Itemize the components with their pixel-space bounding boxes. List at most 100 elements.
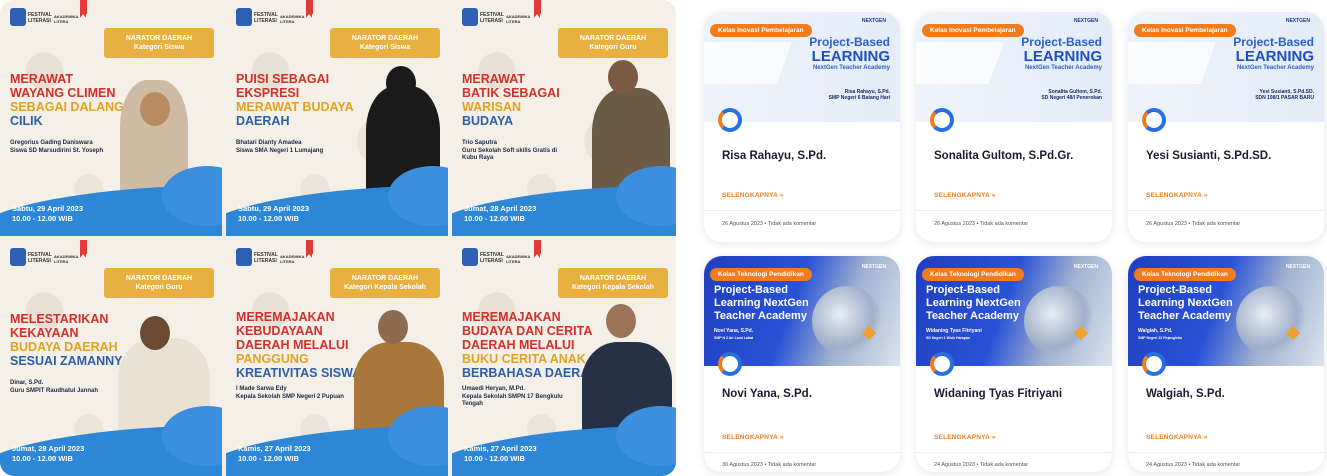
category-tag: Kelas Teknologi Pendidikan bbox=[1134, 268, 1236, 281]
ribbon-icon bbox=[80, 240, 87, 258]
read-more-link[interactable]: SELENGKAPNYA » bbox=[1146, 192, 1208, 199]
swirl-icon bbox=[930, 352, 954, 376]
category-badge: NARATOR DAERAH Kategori Guru bbox=[558, 28, 668, 58]
speaker-head bbox=[608, 60, 638, 94]
card-divider bbox=[916, 210, 1112, 211]
festival-logo: FESTIVAL LITERASI AKADEMIKA LITERA bbox=[236, 248, 304, 278]
speaker-info: Trio Saputra Guru Sekolah Soft skills Gra… bbox=[462, 140, 558, 161]
card-title-link[interactable]: Sonalita Gultom, S.Pd.Gr. bbox=[934, 150, 1073, 162]
article-card[interactable]: Kelas Inovasi Pembelajaran NEXTGEN Project… bbox=[1128, 12, 1324, 242]
article-card[interactable]: Kelas Inovasi Pembelajaran NEXTGEN Project… bbox=[704, 12, 900, 242]
card-divider bbox=[704, 452, 900, 453]
webinar-poster[interactable]: FESTIVAL LITERASI AKADEMIKA LITERA NARATOR… bbox=[0, 0, 222, 236]
swirl-icon bbox=[1142, 352, 1166, 376]
festival-logo: FESTIVAL LITERASI AKADEMIKA LITERA bbox=[10, 8, 78, 38]
nextgen-logo: NEXTGEN bbox=[1285, 18, 1310, 24]
card-thumbnail[interactable]: Kelas Inovasi Pembelajaran NEXTGEN Project… bbox=[704, 12, 900, 122]
poster-title: PUISI SEBAGAI EKSPRESI MERAWAT BUDAYA DAERA… bbox=[236, 72, 354, 128]
nextgen-logo: NEXTGEN bbox=[1073, 264, 1098, 270]
read-more-link[interactable]: SELENGKAPNYA » bbox=[1146, 434, 1208, 441]
speaker-head bbox=[140, 316, 170, 350]
webinar-poster[interactable]: FESTIVAL LITERASI AKADEMIKA LITERA NARATOR… bbox=[226, 240, 448, 476]
webinar-poster[interactable]: FESTIVAL LITERASI AKADEMIKA LITERA NARATOR… bbox=[0, 240, 222, 476]
speaker-head bbox=[140, 92, 170, 126]
swirl-icon bbox=[1142, 108, 1166, 132]
article-card[interactable]: Kelas Teknologi Pendidikan NEXTGEN Project… bbox=[1128, 256, 1324, 472]
speaker-info: Bhatari Dianty Amadea Siswa SMA Negeri 1 … bbox=[236, 140, 324, 154]
category-tag: Kelas Inovasi Pembelajaran bbox=[922, 24, 1024, 37]
date-banner: Jumat, 28 April 2023 10.00 - 12.00 WIB bbox=[0, 406, 222, 476]
swirl-icon bbox=[718, 352, 742, 376]
webinar-poster[interactable]: FESTIVAL LITERASI AKADEMIKA LITERA NARATOR… bbox=[452, 0, 676, 236]
card-meta: 26 Agustus 2023 • Tidak ada komentar bbox=[934, 221, 1029, 227]
speaker-info: I Made Sarwa Edy Kepala Sekolah SMP Neger… bbox=[236, 386, 344, 400]
nextgen-logo: NEXTGEN bbox=[861, 18, 886, 24]
category-tag: Kelas Inovasi Pembelajaran bbox=[1134, 24, 1236, 37]
date-banner: Kamis, 27 April 2023 10.00 - 12.00 WIB bbox=[226, 406, 448, 476]
poster-grid: FESTIVAL LITERASI AKADEMIKA LITERA NARATOR… bbox=[0, 0, 676, 476]
card-thumbnail[interactable]: Kelas Inovasi Pembelajaran NEXTGEN Project… bbox=[1128, 12, 1324, 122]
card-meta: 24 Agustus 2023 • Tidak ada komentar bbox=[934, 462, 1029, 468]
poster-title: MELESTARIKAN KEKAYAAN BUDAYA DAERAH SESUAI … bbox=[10, 312, 131, 368]
card-meta: 24 Agustus 2023 • Tidak ada komentar bbox=[1146, 462, 1241, 468]
category-badge: NARATOR DAERAH Kategori Siswa bbox=[330, 28, 440, 58]
speaker-head bbox=[386, 66, 416, 100]
date-banner: Jumat, 28 April 2023 10.00 - 12.00 WIB bbox=[452, 166, 676, 236]
card-meta: 26 Agustus 2023 • Tidak ada komentar bbox=[722, 221, 817, 227]
card-divider bbox=[1128, 452, 1324, 453]
category-tag: Kelas Inovasi Pembelajaran bbox=[710, 24, 812, 37]
article-card[interactable]: Kelas Inovasi Pembelajaran NEXTGEN Project… bbox=[916, 12, 1112, 242]
nextgen-logo: NEXTGEN bbox=[1073, 18, 1098, 24]
festival-logo: FESTIVAL LITERASI AKADEMIKA LITERA bbox=[236, 8, 304, 38]
read-more-link[interactable]: SELENGKAPNYA » bbox=[934, 192, 996, 199]
read-more-link[interactable]: SELENGKAPNYA » bbox=[722, 434, 784, 441]
swirl-icon bbox=[718, 108, 742, 132]
speaker-head bbox=[606, 304, 636, 338]
read-more-link[interactable]: SELENGKAPNYA » bbox=[722, 192, 784, 199]
card-title-link[interactable]: Yesi Susianti, S.Pd.SD. bbox=[1146, 150, 1271, 162]
nextgen-logo: NEXTGEN bbox=[1285, 264, 1310, 270]
speaker-info: Gregorius Gading Daniswara Siswa SD Marsu… bbox=[10, 140, 104, 154]
ribbon-icon bbox=[80, 0, 87, 18]
category-badge: NARATOR DAERAH Kategori Kepala Sekolah bbox=[330, 268, 440, 298]
date-banner: Sabtu, 29 April 2023 10.00 - 12.00 WIB bbox=[0, 166, 222, 236]
ribbon-icon bbox=[306, 0, 313, 18]
card-divider bbox=[916, 452, 1112, 453]
card-title-link[interactable]: Walgiah, S.Pd. bbox=[1146, 388, 1225, 400]
category-tag: Kelas Teknologi Pendidikan bbox=[710, 268, 812, 281]
webinar-poster[interactable]: FESTIVAL LITERASI AKADEMIKA LITERA NARATOR… bbox=[452, 240, 676, 476]
category-badge: NARATOR DAERAH Kategori Siswa bbox=[104, 28, 214, 58]
card-meta: 30 Agustus 2023 • Tidak ada komentar bbox=[722, 462, 817, 468]
festival-logo: FESTIVAL LITERASI AKADEMIKA LITERA bbox=[10, 248, 78, 278]
date-banner: Kamis, 27 April 2023 10.00 - 12.00 WIB bbox=[452, 406, 676, 476]
card-divider bbox=[1128, 210, 1324, 211]
article-card[interactable]: Kelas Teknologi Pendidikan NEXTGEN Project… bbox=[704, 256, 900, 472]
category-tag: Kelas Teknologi Pendidikan bbox=[922, 268, 1024, 281]
card-title-link[interactable]: Widaning Tyas Fitriyani bbox=[934, 388, 1062, 400]
card-thumbnail[interactable]: Kelas Teknologi Pendidikan NEXTGEN Project… bbox=[1128, 256, 1324, 366]
poster-title: MERAWAT WAYANG CLIMEN SEBAGAI DALANG CILIK bbox=[10, 72, 124, 128]
article-card[interactable]: Kelas Teknologi Pendidikan NEXTGEN Project… bbox=[916, 256, 1112, 472]
read-more-link[interactable]: SELENGKAPNYA » bbox=[934, 434, 996, 441]
date-banner: Sabtu, 29 April 2023 10.00 - 12.00 WIB bbox=[226, 166, 448, 236]
category-badge: NARATOR DAERAH Kategori Kepala Sekolah bbox=[558, 268, 668, 298]
card-title-link[interactable]: Novi Yana, S.Pd. bbox=[722, 388, 812, 400]
poster-title: MERAWAT BATIK SEBAGAI WARISAN BUDAYA bbox=[462, 72, 560, 128]
card-meta: 26 Agustus 2023 • Tidak ada komentar bbox=[1146, 221, 1241, 227]
ribbon-icon bbox=[306, 240, 313, 258]
card-divider bbox=[704, 210, 900, 211]
nextgen-logo: NEXTGEN bbox=[861, 264, 886, 270]
card-title-link[interactable]: Risa Rahayu, S.Pd. bbox=[722, 150, 826, 162]
card-thumbnail[interactable]: Kelas Inovasi Pembelajaran NEXTGEN Project… bbox=[916, 12, 1112, 122]
speaker-info: Umaedi Heryan, M.Pd. Kepala Sekolah SMPN … bbox=[462, 386, 563, 407]
ribbon-icon bbox=[534, 240, 541, 258]
webinar-poster[interactable]: FESTIVAL LITERASI AKADEMIKA LITERA NARATOR… bbox=[226, 0, 448, 236]
speaker-head bbox=[378, 310, 408, 344]
festival-logo: FESTIVAL LITERASI AKADEMIKA LITERA bbox=[462, 8, 530, 38]
card-thumbnail[interactable]: Kelas Teknologi Pendidikan NEXTGEN Project… bbox=[704, 256, 900, 366]
poster-title: MEREMAJAKAN BUDAYA DAN CERITA DAERAH MELAL… bbox=[462, 310, 599, 380]
card-thumbnail[interactable]: Kelas Teknologi Pendidikan NEXTGEN Project… bbox=[916, 256, 1112, 366]
category-badge: NARATOR DAERAH Kategori Guru bbox=[104, 268, 214, 298]
speaker-info: Dinar, S.Pd. Guru SMPIT Raudhatul Jannah bbox=[10, 380, 99, 394]
poster-title: MEREMAJAKAN KEBUDAYAAN DAERAH MELALUI PANGG… bbox=[236, 310, 362, 380]
